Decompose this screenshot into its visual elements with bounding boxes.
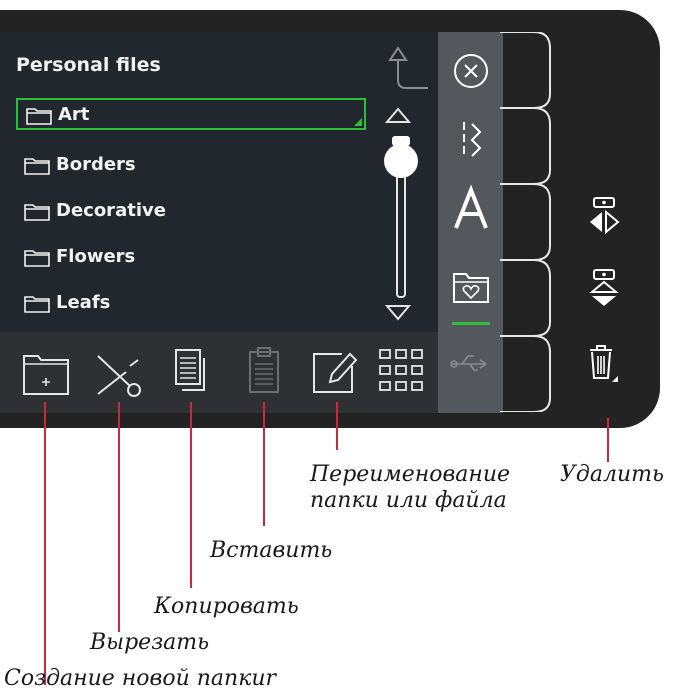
machine-body: Personal files Art Borders Decorative Fl… [0,10,660,428]
annotation-paste: Вставить [210,538,333,563]
scrollbar-thumb[interactable] [384,144,418,178]
folder-up-icon[interactable] [372,38,428,98]
rename-icon[interactable] [304,342,364,402]
personal-files-icon[interactable] [446,262,496,312]
scroll-down-arrow-icon[interactable] [385,304,411,322]
callout-new-folder [44,402,46,685]
delete-icon[interactable] [582,342,622,384]
file-name: Leafs [56,292,111,313]
grid-view-icon[interactable] [372,342,432,402]
mirror-side-icon[interactable] [584,194,624,236]
callout-paste [263,402,265,526]
screen: Personal files Art Borders Decorative Fl… [0,32,503,413]
folder-icon [24,296,50,313]
active-tab-indicator [452,322,490,325]
annotation-rename: Переименование папки или файла [310,462,511,513]
paste-icon [249,347,279,393]
list-item[interactable]: Decorative [16,196,366,228]
file-list-panel: Personal files Art Borders Decorative Fl… [0,32,438,332]
annotation-copy: Копировать [154,594,299,619]
callout-delete [607,418,609,462]
copy-icon[interactable] [160,342,220,402]
callout-copy [190,402,192,588]
callout-cut [118,402,120,632]
list-item[interactable]: Flowers [16,242,366,274]
callout-rename [336,402,338,450]
physical-buttons[interactable] [500,32,560,412]
folder-icon [24,204,50,221]
file-name: Decorative [56,200,166,221]
panel-title: Personal files [16,54,161,76]
folder-icon [24,158,50,175]
stitch-menu-icon[interactable] [446,116,496,166]
file-name: Art [58,104,90,125]
annotation-delete: Удалить [560,462,664,487]
folder-icon [24,250,50,267]
folder-icon [26,108,52,125]
cut-icon[interactable] [90,342,150,402]
mirror-end-icon[interactable] [584,266,624,308]
annotation-cut: Вырезать [90,630,210,655]
file-name: Flowers [56,246,136,267]
selection-corner [354,118,362,126]
font-menu-icon[interactable] [446,184,496,234]
new-folder-icon[interactable] [14,342,74,402]
list-item[interactable]: Leafs [16,288,366,320]
annotation-new-folder: Создание новой папкиr [4,666,277,691]
file-name: Borders [56,154,136,175]
close-icon[interactable] [446,46,496,96]
list-item[interactable]: Borders [16,150,366,182]
side-menu-strip [438,32,503,413]
scroll-up-arrow-icon[interactable] [385,106,411,124]
list-item[interactable]: Art [16,98,366,130]
usb-icon[interactable] [446,338,496,388]
